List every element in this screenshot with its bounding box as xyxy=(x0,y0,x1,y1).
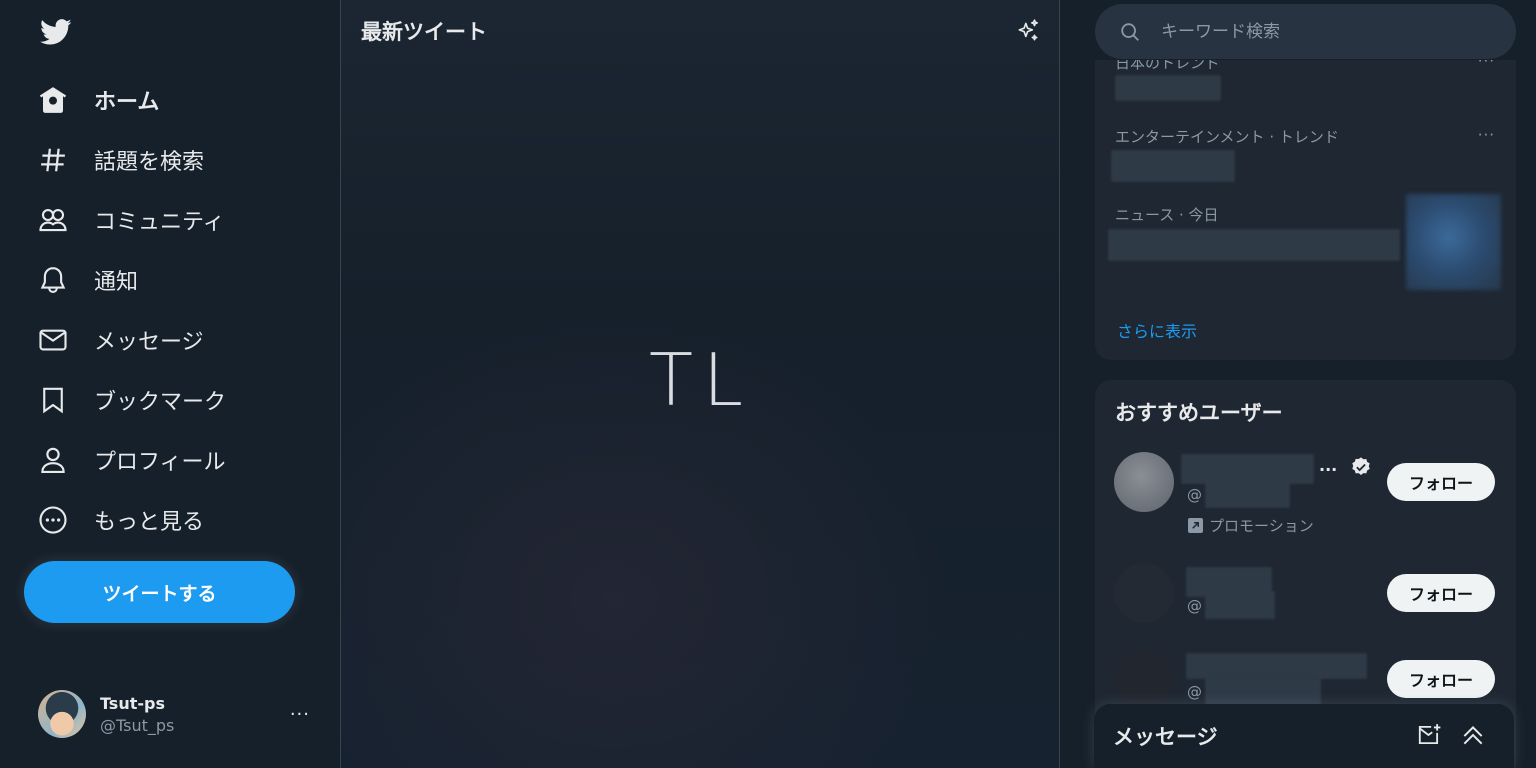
user-handle: @ xyxy=(1187,486,1202,504)
profile-icon xyxy=(38,445,68,475)
trend-category: 日本のトレンド xyxy=(1115,60,1221,72)
avatar xyxy=(1114,563,1174,623)
messages-drawer-title: メッセージ xyxy=(1113,725,1218,749)
news-headline-redacted xyxy=(1108,229,1400,261)
nav-profile-label: プロフィール xyxy=(94,450,226,475)
more-circle-icon xyxy=(38,505,68,535)
account-name: Tsut-ps xyxy=(100,693,165,713)
primary-nav: ホーム 話題を検索 コミュニティ 通知 メッセージ ブックマーク プロフィール … xyxy=(24,70,240,550)
user-name-redacted xyxy=(1186,653,1367,679)
timeline-column: 最新ツイート TL xyxy=(340,0,1060,768)
nav-home[interactable]: ホーム xyxy=(24,70,240,130)
user-handle: @ xyxy=(1187,597,1202,615)
suggested-user[interactable]: ... @ フォロー プロモーション xyxy=(1095,452,1516,535)
follow-button[interactable]: フォロー xyxy=(1387,463,1495,501)
follow-button[interactable]: フォロー xyxy=(1387,660,1495,698)
more-dots-icon[interactable]: ··· xyxy=(1478,60,1495,70)
page-title: 最新ツイート xyxy=(361,20,487,44)
verified-badge-icon xyxy=(1352,457,1370,475)
right-sidebar: 日本のトレンド ··· エンターテインメント · トレンド ··· ニュース ·… xyxy=(1060,0,1536,768)
left-sidebar: ホーム 話題を検索 コミュニティ 通知 メッセージ ブックマーク プロフィール … xyxy=(0,0,340,768)
bell-icon xyxy=(38,265,68,295)
nav-notifications[interactable]: 通知 xyxy=(24,250,240,310)
nav-bookmarks-label: ブックマーク xyxy=(94,390,227,415)
follow-button[interactable]: フォロー xyxy=(1387,574,1495,612)
suggested-user[interactable]: @ フォロー xyxy=(1095,563,1516,633)
trend-name-redacted xyxy=(1115,75,1221,101)
news-thumbnail xyxy=(1406,194,1501,290)
nav-messages[interactable]: メッセージ xyxy=(24,310,240,370)
messages-drawer[interactable]: メッセージ xyxy=(1094,704,1514,768)
nav-profile[interactable]: プロフィール xyxy=(24,430,240,490)
user-handle-redacted xyxy=(1205,480,1290,508)
account-handle: @Tsut_ps xyxy=(100,715,175,735)
nav-bookmarks[interactable]: ブックマーク xyxy=(24,370,240,430)
show-more-link[interactable]: さらに表示 xyxy=(1117,318,1197,342)
nav-notifications-label: 通知 xyxy=(94,270,139,295)
avatar xyxy=(1114,649,1174,709)
nav-more-label: もっと見る xyxy=(94,510,205,535)
avatar xyxy=(38,690,86,738)
more-dots-icon[interactable]: ··· xyxy=(1478,126,1495,144)
chevron-up-double-icon[interactable] xyxy=(1460,722,1486,748)
more-dots-icon: ··· xyxy=(289,703,310,725)
user-handle: @ xyxy=(1187,683,1202,701)
nav-communities[interactable]: コミュニティ xyxy=(24,190,240,250)
search-bar[interactable] xyxy=(1095,4,1516,59)
promoted-arrow-icon xyxy=(1188,518,1203,533)
nav-explore[interactable]: 話題を検索 xyxy=(24,130,240,190)
avatar xyxy=(1114,452,1174,512)
trend-name-redacted xyxy=(1111,150,1235,182)
nav-explore-label: 話題を検索 xyxy=(94,150,205,175)
user-handle-redacted xyxy=(1205,591,1275,619)
trend-category: エンターテインメント · トレンド xyxy=(1115,128,1339,146)
home-icon xyxy=(38,85,68,115)
nav-home-label: ホーム xyxy=(94,90,160,115)
tweet-button[interactable]: ツイートする xyxy=(24,561,295,623)
search-input[interactable] xyxy=(1161,21,1491,42)
user-handle-redacted xyxy=(1205,677,1321,705)
account-switcher[interactable]: Tsut-ps @Tsut_ps ··· xyxy=(24,676,324,752)
trend-item[interactable]: 日本のトレンド ··· xyxy=(1115,60,1495,101)
account-text: Tsut-ps @Tsut_ps xyxy=(100,694,290,735)
who-to-follow-title: おすすめユーザー xyxy=(1115,401,1283,425)
new-message-icon[interactable] xyxy=(1416,722,1442,748)
bookmark-icon xyxy=(38,385,68,415)
name-truncation: ... xyxy=(1319,456,1338,475)
envelope-icon xyxy=(38,325,68,355)
promoted-text: プロモーション xyxy=(1209,517,1314,535)
nav-communities-label: コミュニティ xyxy=(94,210,225,235)
timeline-placeholder: TL xyxy=(648,338,754,422)
trends-panel: 日本のトレンド ··· エンターテインメント · トレンド ··· ニュース ·… xyxy=(1095,60,1516,360)
nav-messages-label: メッセージ xyxy=(94,330,204,355)
hashtag-icon xyxy=(38,145,68,175)
nav-more[interactable]: もっと見る xyxy=(24,490,240,550)
sparkle-icon[interactable] xyxy=(1015,18,1041,44)
search-icon xyxy=(1121,22,1139,41)
promoted-label: プロモーション xyxy=(1188,515,1314,536)
twitter-bird-icon[interactable] xyxy=(38,16,74,48)
trend-item[interactable]: エンターテインメント · トレンド ··· xyxy=(1111,126,1495,182)
communities-icon xyxy=(38,205,68,235)
